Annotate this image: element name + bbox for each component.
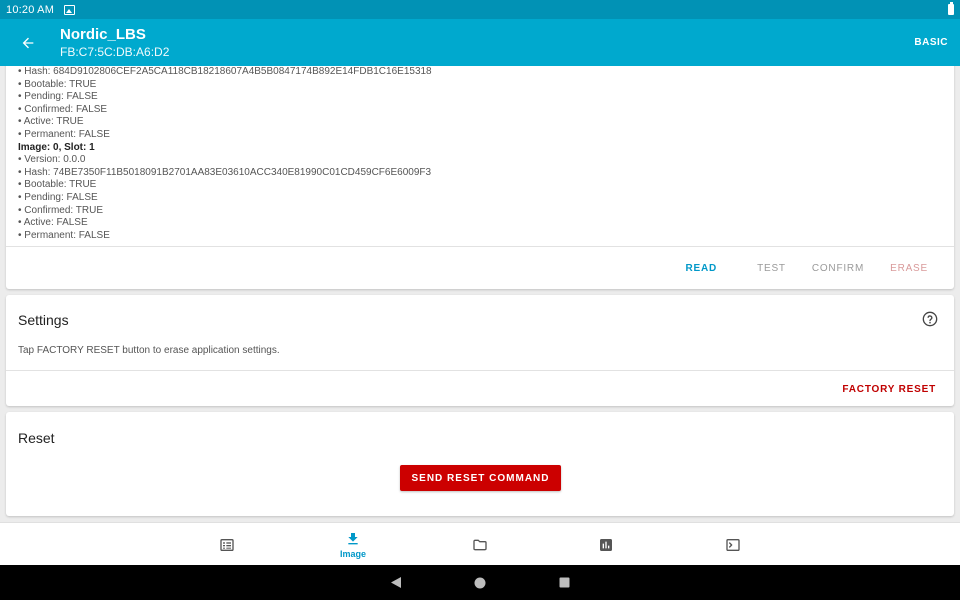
factory-reset-button[interactable]: FACTORY RESET — [829, 384, 949, 395]
device-name: Nordic_LBS — [60, 25, 146, 43]
read-button[interactable]: READ — [673, 263, 731, 274]
divider — [6, 370, 954, 371]
bottom-navigation: Image — [0, 522, 960, 565]
terminal-icon — [726, 538, 740, 551]
mode-toggle-button[interactable]: BASIC — [914, 37, 948, 48]
bar-chart-icon — [600, 538, 612, 551]
image-property-line: • Permanent: FALSE — [18, 229, 110, 241]
nav-image-tab[interactable]: Image — [313, 523, 393, 566]
image-property-line: • Pending: FALSE — [18, 191, 98, 203]
square-recents-icon — [559, 577, 569, 588]
test-button[interactable]: TEST — [744, 263, 799, 274]
nav-logs-tab[interactable] — [693, 523, 773, 566]
image-actions: READ TEST CONFIRM ERASE — [673, 259, 941, 277]
reset-card: Reset SEND RESET COMMAND — [6, 412, 954, 516]
nav-image-label: Image — [339, 548, 366, 559]
back-button[interactable] — [0, 19, 56, 66]
download-icon — [348, 532, 358, 544]
content-scroll[interactable]: • Hash: 684D9102806CEF2A5CA118CB18218607… — [0, 66, 960, 522]
settings-actions: FACTORY RESET — [829, 380, 949, 398]
image-property-line: • Version: 0.0.0 — [18, 154, 86, 166]
system-recents-button[interactable] — [549, 565, 579, 600]
battery-icon — [948, 2, 954, 15]
image-property-line: • Pending: FALSE — [18, 91, 98, 103]
system-back-button[interactable] — [381, 565, 411, 600]
settings-description: Tap FACTORY RESET button to erase applic… — [18, 345, 280, 356]
circle-home-icon — [474, 577, 486, 588]
status-time: 10:20 AM — [6, 3, 55, 16]
image-property-line: • Hash: 684D9102806CEF2A5CA118CB18218607… — [18, 66, 432, 77]
image-slot-list: • Hash: 684D9102806CEF2A5CA118CB18218607… — [18, 66, 432, 242]
dashboard-icon — [220, 538, 234, 551]
image-property-line: • Active: FALSE — [18, 217, 88, 229]
image-property-line: • Confirmed: FALSE — [18, 103, 108, 115]
system-navigation-bar — [0, 565, 960, 600]
image-property-line: • Confirmed: TRUE — [18, 204, 104, 216]
image-icon — [64, 4, 76, 15]
device-address: FB:C7:5C:DB:A6:D2 — [60, 44, 170, 59]
image-property-line: • Bootable: TRUE — [18, 179, 97, 191]
nav-stats-tab[interactable] — [566, 523, 646, 566]
settings-title: Settings — [18, 312, 69, 328]
image-slot-header: Image: 0, Slot: 1 — [18, 141, 95, 153]
arrow-back-icon — [22, 37, 34, 48]
image-property-line: • Hash: 74BE7350F11B5018091B2701AA83E036… — [18, 166, 432, 178]
triangle-back-icon — [391, 577, 401, 588]
divider — [6, 246, 954, 247]
confirm-button[interactable]: CONFIRM — [799, 263, 877, 274]
image-property-line: • Bootable: TRUE — [18, 78, 97, 90]
status-bar: 10:20 AM — [0, 0, 960, 19]
nav-device-tab[interactable] — [187, 523, 267, 566]
erase-button[interactable]: ERASE — [877, 263, 941, 274]
reset-title: Reset — [18, 430, 55, 446]
settings-card: Settings Tap FACTORY RESET button to era… — [6, 295, 954, 406]
folder-icon — [473, 539, 487, 550]
app-bar: Nordic_LBS FB:C7:5C:DB:A6:D2 BASIC — [0, 19, 960, 66]
image-property-line: • Active: TRUE — [18, 116, 84, 128]
system-home-button[interactable] — [465, 565, 495, 600]
image-property-line: • Permanent: FALSE — [18, 128, 110, 140]
nav-files-tab[interactable] — [440, 523, 520, 566]
help-icon[interactable] — [922, 311, 938, 327]
images-card: • Hash: 684D9102806CEF2A5CA118CB18218607… — [6, 66, 954, 289]
send-reset-command-button[interactable]: SEND RESET COMMAND — [400, 465, 561, 491]
